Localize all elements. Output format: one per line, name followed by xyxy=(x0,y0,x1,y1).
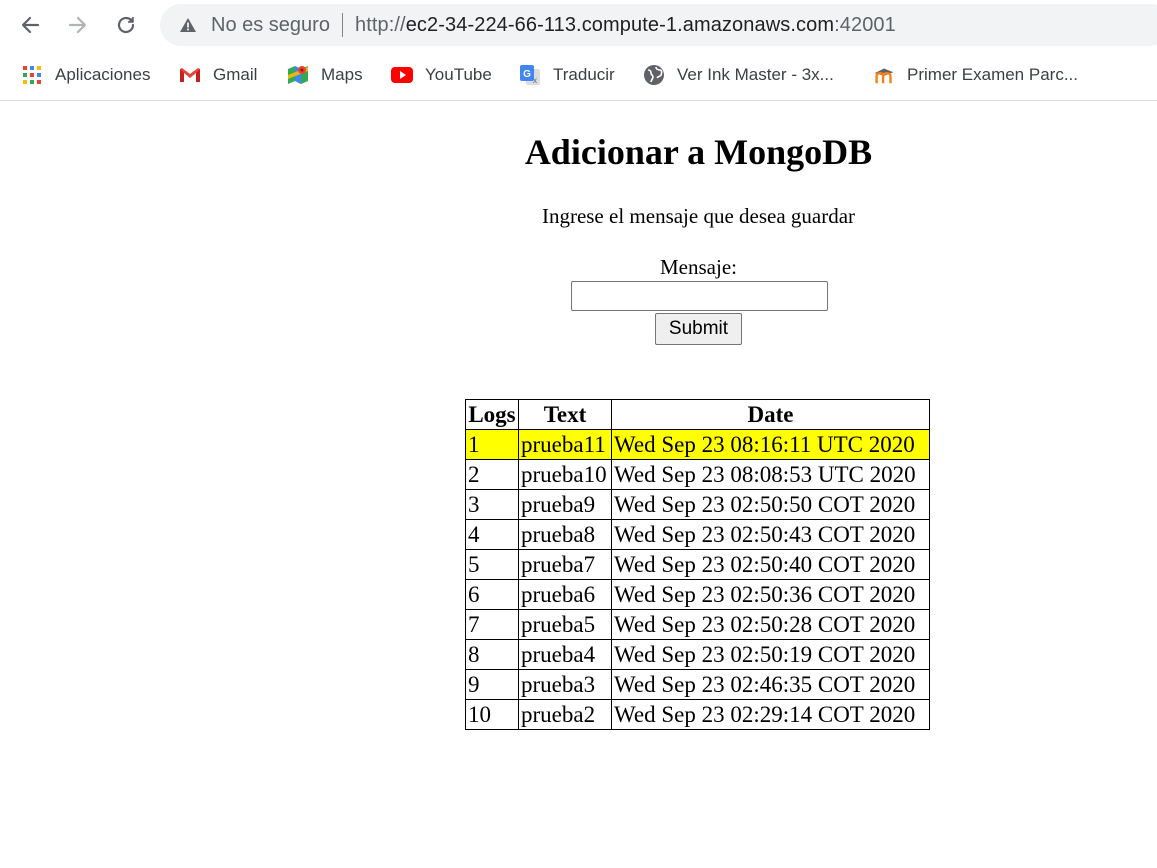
cell-text: prueba10 xyxy=(518,459,612,490)
bookmark-label: Traducir xyxy=(553,65,615,84)
table-row: 1 prueba11 Wed Sep 23 08:16:11 UTC 2020 xyxy=(465,429,930,460)
cell-date: Wed Sep 23 02:46:35 COT 2020 xyxy=(611,669,930,700)
bookmark-label: Ver Ink Master - 3x... xyxy=(677,65,834,84)
cell-text: prueba5 xyxy=(518,609,612,640)
cell-text: prueba3 xyxy=(518,669,612,700)
cell-log: 2 xyxy=(465,459,519,490)
table-row: 7 prueba5 Wed Sep 23 02:50:28 COT 2020 xyxy=(465,609,930,640)
submit-button[interactable]: Submit xyxy=(655,313,742,345)
bookmark-label: Aplicaciones xyxy=(55,65,151,84)
cell-log: 8 xyxy=(465,639,519,670)
message-input[interactable] xyxy=(571,281,828,311)
globe-icon xyxy=(642,63,666,87)
cell-date: Wed Sep 23 02:50:43 COT 2020 xyxy=(611,519,930,550)
logs-table: Logs Text Date 1 prueba11 Wed Sep 23 08:… xyxy=(465,399,930,730)
reload-icon xyxy=(117,16,135,34)
moodle-icon xyxy=(872,63,896,87)
bookmark-label: Maps xyxy=(321,65,363,84)
instructions-text: Ingrese el mensaje que desea guardar xyxy=(541,204,856,228)
bookmark-youtube[interactable]: YouTube xyxy=(390,61,492,89)
forward-button[interactable] xyxy=(63,10,93,40)
back-button[interactable] xyxy=(15,10,45,40)
cell-date: Wed Sep 23 02:29:14 COT 2020 xyxy=(611,699,930,730)
browser-toolbar: No es seguro http://ec2-34-224-66-113.co… xyxy=(0,0,1157,50)
cell-date: Wed Sep 23 08:08:53 UTC 2020 xyxy=(611,459,930,490)
cell-log: 4 xyxy=(465,519,519,550)
cell-text: prueba11 xyxy=(518,429,612,460)
reload-button[interactable] xyxy=(111,10,141,40)
translate-icon: G x xyxy=(518,63,542,87)
cell-text: prueba4 xyxy=(518,639,612,670)
page-title: Adicionar a MongoDB xyxy=(524,132,873,172)
cell-log: 1 xyxy=(465,429,519,460)
cell-date: Wed Sep 23 02:50:36 COT 2020 xyxy=(611,579,930,610)
cell-log: 7 xyxy=(465,609,519,640)
bookmark-label: Gmail xyxy=(213,65,258,84)
cell-text: prueba8 xyxy=(518,519,612,550)
cell-date: Wed Sep 23 08:16:11 UTC 2020 xyxy=(611,429,930,460)
youtube-icon xyxy=(390,63,414,87)
url-host: ec2-34-224-66-113.compute-1.amazonaws.co… xyxy=(405,13,835,36)
cell-text: prueba9 xyxy=(518,489,612,520)
url-text[interactable]: http://ec2-34-224-66-113.compute-1.amazo… xyxy=(355,14,896,37)
bookmark-maps[interactable]: Maps xyxy=(286,61,363,89)
cell-log: 10 xyxy=(465,699,519,730)
bookmark-ink-master[interactable]: Ver Ink Master - 3x... xyxy=(642,61,834,89)
table-row: 9 prueba3 Wed Sep 23 02:46:35 COT 2020 xyxy=(465,669,930,700)
cell-text: prueba6 xyxy=(518,579,612,610)
table-row: 6 prueba6 Wed Sep 23 02:50:36 COT 2020 xyxy=(465,579,930,610)
address-bar[interactable]: No es seguro http://ec2-34-224-66-113.co… xyxy=(160,4,1157,46)
cell-date: Wed Sep 23 02:50:50 COT 2020 xyxy=(611,489,930,520)
header-text: Text xyxy=(518,399,612,430)
bookmarks-bar: Aplicaciones Gmail Maps YouTube G x Trad… xyxy=(0,50,1157,101)
bookmark-label: YouTube xyxy=(425,65,492,84)
bookmark-label: Primer Examen Parc... xyxy=(907,65,1078,84)
maps-icon xyxy=(286,63,310,87)
url-port: :42001 xyxy=(834,13,896,36)
warning-icon[interactable] xyxy=(178,15,198,35)
forward-arrow-icon xyxy=(68,16,87,34)
cell-date: Wed Sep 23 02:50:28 COT 2020 xyxy=(611,609,930,640)
svg-text:x: x xyxy=(533,76,537,85)
message-label: Mensaje: xyxy=(660,255,737,279)
table-row: 3 prueba9 Wed Sep 23 02:50:50 COT 2020 xyxy=(465,489,930,520)
gmail-icon xyxy=(178,63,202,87)
apps-grid-icon xyxy=(20,63,44,87)
table-row: 8 prueba4 Wed Sep 23 02:50:19 COT 2020 xyxy=(465,639,930,670)
bookmark-primer-examen[interactable]: Primer Examen Parc... xyxy=(872,61,1078,89)
cell-log: 5 xyxy=(465,549,519,580)
cell-log: 9 xyxy=(465,669,519,700)
bookmark-apps[interactable]: Aplicaciones xyxy=(20,61,150,89)
back-arrow-icon xyxy=(21,16,40,34)
table-header-row: Logs Text Date xyxy=(465,399,930,430)
url-scheme: http:// xyxy=(354,13,406,36)
cell-log: 6 xyxy=(465,579,519,610)
security-label[interactable]: No es seguro xyxy=(211,14,330,37)
header-logs: Logs xyxy=(465,399,519,430)
table-row: 2 prueba10 Wed Sep 23 08:08:53 UTC 2020 xyxy=(465,459,930,490)
cell-date: Wed Sep 23 02:50:40 COT 2020 xyxy=(611,549,930,580)
bookmark-gmail[interactable]: Gmail xyxy=(178,61,257,89)
cell-text: prueba2 xyxy=(518,699,612,730)
table-row: 5 prueba7 Wed Sep 23 02:50:40 COT 2020 xyxy=(465,549,930,580)
cell-text: prueba7 xyxy=(518,549,612,580)
cell-date: Wed Sep 23 02:50:19 COT 2020 xyxy=(611,639,930,670)
bookmark-translate[interactable]: G x Traducir xyxy=(518,61,615,89)
cell-log: 3 xyxy=(465,489,519,520)
table-row: 4 prueba8 Wed Sep 23 02:50:43 COT 2020 xyxy=(465,519,930,550)
address-divider xyxy=(341,13,343,37)
table-row: 10 prueba2 Wed Sep 23 02:29:14 COT 2020 xyxy=(465,699,930,730)
header-date: Date xyxy=(611,399,930,430)
svg-text:G: G xyxy=(523,69,531,80)
